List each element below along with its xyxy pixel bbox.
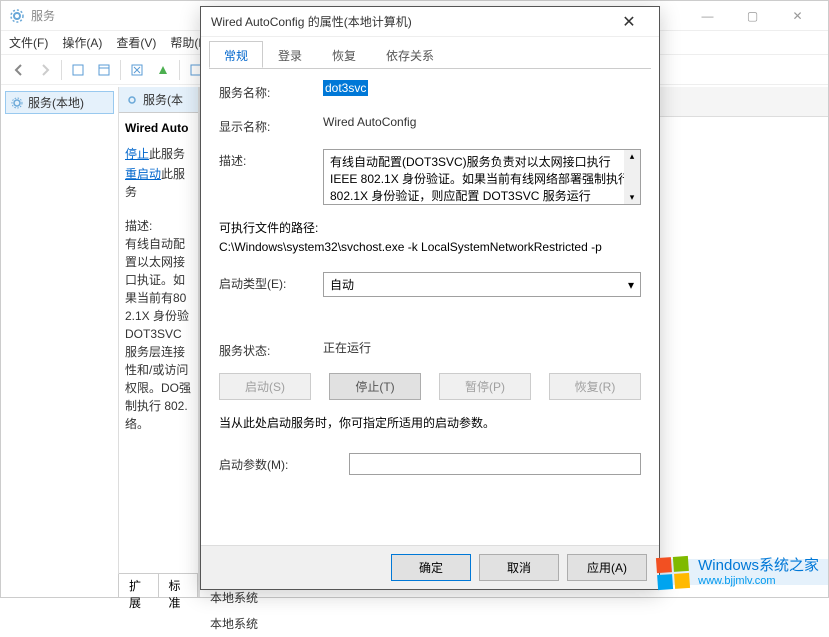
scroll-down-icon[interactable]: ▾ bbox=[630, 191, 635, 204]
tab-logon[interactable]: 登录 bbox=[263, 41, 317, 68]
gear-icon bbox=[9, 8, 25, 24]
cancel-button[interactable]: 取消 bbox=[479, 554, 559, 581]
label-service-name: 服务名称: bbox=[219, 81, 323, 101]
dialog-title: Wired AutoConfig 的属性(本地计算机) bbox=[211, 13, 609, 30]
tool-icon-2[interactable] bbox=[92, 58, 116, 82]
value-service-name: dot3svc bbox=[323, 80, 368, 96]
stop-service-link[interactable]: 停止 bbox=[125, 147, 149, 161]
gear-icon bbox=[125, 93, 139, 107]
tab-standard[interactable]: 标准 bbox=[158, 574, 199, 597]
description-box[interactable]: 有线自动配置(DOT3SVC)服务负责对以太网接口执行 IEEE 802.1X … bbox=[323, 149, 641, 205]
value-exe-path: C:\Windows\system32\svchost.exe -k Local… bbox=[219, 240, 641, 254]
dialog-footer: 确定 取消 应用(A) bbox=[201, 545, 659, 589]
export-icon[interactable] bbox=[151, 58, 175, 82]
value-display-name: Wired AutoConfig bbox=[323, 115, 641, 129]
start-params-input[interactable] bbox=[349, 453, 641, 475]
desc-body: 有线自动配置以太网接口执证。如果当前有802.1X 身份验DOT3SVC 服务层… bbox=[125, 235, 192, 433]
chevron-down-icon: ▾ bbox=[628, 278, 634, 292]
scroll-up-icon[interactable]: ▴ bbox=[630, 150, 635, 163]
windows-logo-icon bbox=[655, 555, 691, 591]
apply-button[interactable]: 应用(A) bbox=[567, 554, 647, 581]
tab-extended[interactable]: 扩展 bbox=[118, 574, 159, 597]
resume-button: 恢复(R) bbox=[549, 373, 641, 400]
refresh-icon[interactable] bbox=[125, 58, 149, 82]
menu-view[interactable]: 查看(V) bbox=[116, 34, 156, 51]
stop-button[interactable]: 停止(T) bbox=[329, 373, 421, 400]
watermark: Windows系统之家 www.bjjmlv.com bbox=[656, 556, 819, 590]
tab-recovery[interactable]: 恢复 bbox=[317, 41, 371, 68]
tab-general[interactable]: 常规 bbox=[209, 41, 263, 68]
start-params-hint: 当从此处启动服务时，你可指定所适用的启动参数。 bbox=[219, 414, 641, 431]
left-pane: 服务(本地) bbox=[1, 87, 119, 597]
tool-icon-1[interactable] bbox=[66, 58, 90, 82]
menu-file[interactable]: 文件(F) bbox=[9, 34, 48, 51]
service-control-buttons: 启动(S) 停止(T) 暂停(P) 恢复(R) bbox=[219, 373, 641, 400]
tree-item-services-local[interactable]: 服务(本地) bbox=[5, 91, 114, 114]
mid-header-label: 服务(本 bbox=[143, 91, 183, 108]
dialog-body: 服务名称: dot3svc 显示名称: Wired AutoConfig 描述:… bbox=[201, 69, 659, 545]
mid-tabs: 扩展 标准 bbox=[119, 573, 198, 597]
dialog-tabs: 常规 登录 恢复 依存关系 bbox=[209, 41, 651, 69]
back-icon[interactable] bbox=[7, 58, 31, 82]
pause-button: 暂停(P) bbox=[439, 373, 531, 400]
maximize-button[interactable]: ▢ bbox=[730, 2, 775, 30]
value-description: 有线自动配置(DOT3SVC)服务负责对以太网接口执行 IEEE 802.1X … bbox=[330, 155, 630, 203]
value-startup-type: 自动 bbox=[330, 276, 354, 293]
watermark-line1: Windows系统之家 bbox=[698, 557, 819, 575]
mid-content: Wired Auto 停止此服务 重启动此服务 描述: 有线自动配置以太网接口执… bbox=[119, 113, 198, 573]
label-start-params: 启动参数(M): bbox=[219, 453, 349, 473]
label-startup-type: 启动类型(E): bbox=[219, 272, 323, 292]
ok-button[interactable]: 确定 bbox=[391, 554, 471, 581]
close-button[interactable]: ✕ bbox=[775, 2, 820, 30]
window-controls: — ▢ ✕ bbox=[685, 2, 820, 30]
restart-service-link[interactable]: 重启动 bbox=[125, 167, 161, 181]
list-item[interactable]: 本地系统 bbox=[200, 611, 828, 637]
watermark-line2: www.bjjmlv.com bbox=[698, 575, 819, 588]
tree-item-label: 服务(本地) bbox=[28, 94, 84, 111]
dialog-titlebar: Wired AutoConfig 的属性(本地计算机) ✕ bbox=[201, 7, 659, 37]
stop-suffix: 此服务 bbox=[149, 147, 185, 161]
label-service-status: 服务状态: bbox=[219, 339, 323, 359]
label-description: 描述: bbox=[219, 149, 323, 169]
service-detail-title: Wired Auto bbox=[125, 121, 192, 135]
start-button: 启动(S) bbox=[219, 373, 311, 400]
mid-pane: 服务(本 Wired Auto 停止此服务 重启动此服务 描述: 有线自动配置以… bbox=[119, 87, 199, 597]
label-exe-path: 可执行文件的路径: bbox=[219, 219, 641, 236]
gear-icon bbox=[10, 96, 24, 110]
scrollbar[interactable]: ▴ ▾ bbox=[624, 150, 640, 204]
minimize-button[interactable]: — bbox=[685, 2, 730, 30]
menu-action[interactable]: 操作(A) bbox=[62, 34, 102, 51]
startup-type-select[interactable]: 自动 ▾ bbox=[323, 272, 641, 297]
dialog-close-button[interactable]: ✕ bbox=[609, 8, 649, 36]
properties-dialog: Wired AutoConfig 的属性(本地计算机) ✕ 常规 登录 恢复 依… bbox=[200, 6, 660, 590]
desc-label: 描述: bbox=[125, 217, 192, 235]
label-display-name: 显示名称: bbox=[219, 115, 323, 135]
tab-dependencies[interactable]: 依存关系 bbox=[371, 41, 449, 68]
forward-icon[interactable] bbox=[33, 58, 57, 82]
mid-header: 服务(本 bbox=[119, 87, 198, 113]
value-service-status: 正在运行 bbox=[323, 339, 641, 356]
